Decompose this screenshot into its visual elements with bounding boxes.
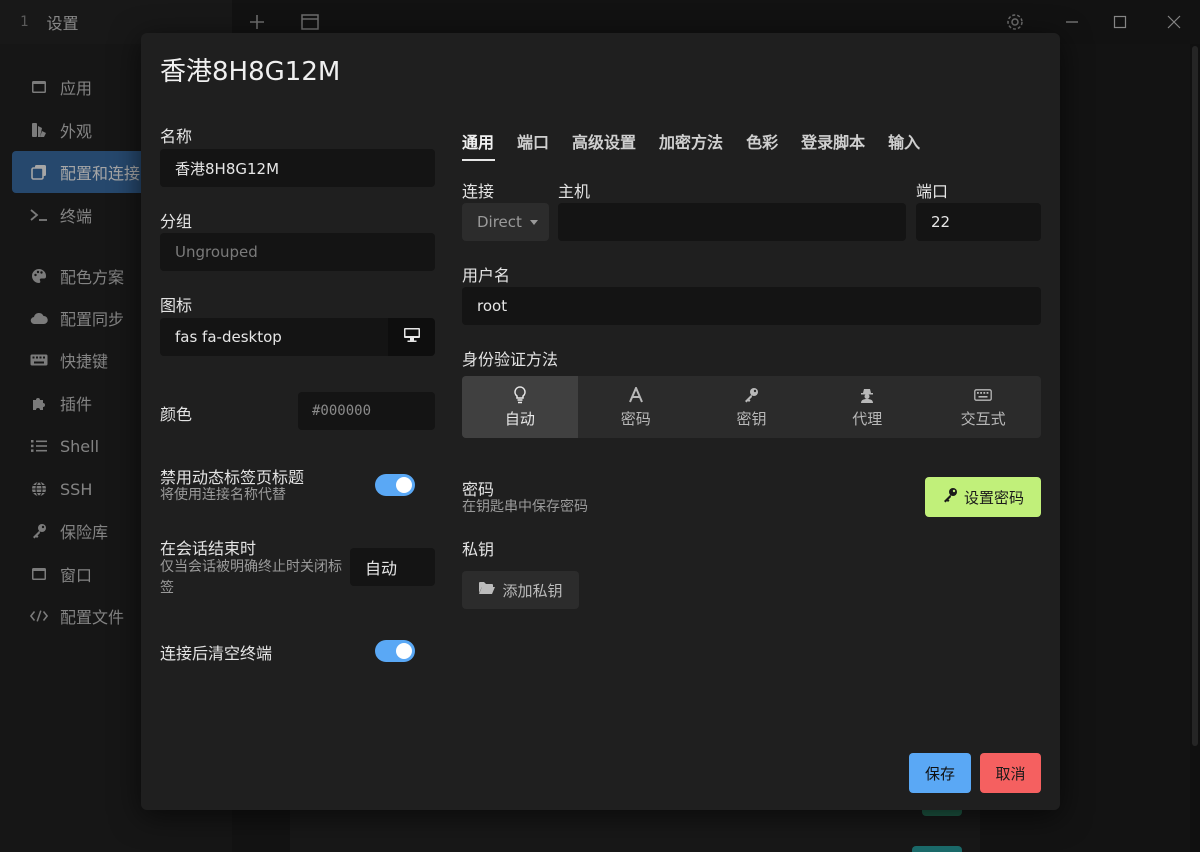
user-secret-icon <box>858 386 876 404</box>
connection-value: Direct <box>477 213 522 231</box>
font-a-icon <box>627 386 645 404</box>
desktop-icon <box>403 327 421 347</box>
group-input[interactable]: Ungrouped <box>160 233 435 271</box>
name-input[interactable]: 香港8H8G12M <box>160 149 435 187</box>
tab-input[interactable]: 输入 <box>888 129 943 161</box>
icon-label: 图标 <box>160 296 193 315</box>
color-input[interactable]: #000000 <box>298 392 435 430</box>
host-label: 主机 <box>558 182 591 201</box>
add-private-key-button[interactable]: 添加私钥 <box>462 571 579 609</box>
clear-terminal-toggle[interactable] <box>375 640 415 662</box>
folder-open-icon <box>478 581 496 599</box>
tab-ciphers[interactable]: 加密方法 <box>659 129 746 161</box>
auth-key-option[interactable]: 密钥 <box>694 376 810 438</box>
tab-login-scripts[interactable]: 登录脚本 <box>801 129 888 161</box>
name-label: 名称 <box>160 127 193 146</box>
auth-method-selector: 自动 密码 密钥 代理 交互式 <box>462 376 1041 438</box>
auth-interactive-option[interactable]: 交互式 <box>925 376 1041 438</box>
key-icon <box>742 386 760 404</box>
save-button[interactable]: 保存 <box>909 753 971 793</box>
on-session-end-description: 仅当会话被明确终止时关闭标签 <box>160 559 342 596</box>
disable-dynamic-title-description: 将使用连接名称代替 <box>160 487 286 503</box>
set-password-button[interactable]: 设置密码 <box>925 477 1041 517</box>
caret-down-icon <box>529 219 538 225</box>
profile-editor-dialog: 香港8H8G12M 名称 香港8H8G12M 分组 Ungrouped 图标 f… <box>141 33 1060 810</box>
private-key-label: 私钥 <box>462 540 495 559</box>
lightbulb-icon <box>511 385 529 404</box>
cancel-button[interactable]: 取消 <box>980 753 1041 793</box>
icon-picker-button[interactable] <box>388 318 435 356</box>
port-label: 端口 <box>916 182 949 201</box>
auth-password-option[interactable]: 密码 <box>578 376 694 438</box>
tab-advanced[interactable]: 高级设置 <box>572 129 659 161</box>
username-input[interactable]: root <box>462 287 1041 325</box>
connection-select[interactable]: Direct <box>462 203 549 241</box>
keyboard-icon <box>974 386 992 404</box>
tab-general[interactable]: 通用 <box>462 129 517 161</box>
icon-input[interactable]: fas fa-desktop <box>160 318 388 356</box>
tab-ports[interactable]: 端口 <box>517 129 572 161</box>
tab-colors[interactable]: 色彩 <box>746 129 801 161</box>
group-label: 分组 <box>160 212 193 231</box>
auth-auto-option[interactable]: 自动 <box>462 376 578 438</box>
disable-dynamic-title-toggle[interactable] <box>375 474 415 496</box>
username-label: 用户名 <box>462 266 511 285</box>
password-description: 在钥匙串中保存密码 <box>462 499 588 515</box>
on-session-end-label: 在会话结束时 <box>160 539 257 558</box>
auth-agent-option[interactable]: 代理 <box>809 376 925 438</box>
profile-tabs: 通用 端口 高级设置 加密方法 色彩 登录脚本 输入 <box>462 129 943 161</box>
on-session-end-select[interactable]: 自动 <box>350 548 435 586</box>
host-input[interactable] <box>558 203 906 241</box>
clear-terminal-label: 连接后清空终端 <box>160 644 273 663</box>
port-input[interactable]: 22 <box>916 203 1041 241</box>
key-icon <box>942 487 958 507</box>
auth-method-label: 身份验证方法 <box>462 350 559 369</box>
color-label: 颜色 <box>160 405 193 424</box>
connection-label: 连接 <box>462 182 495 201</box>
dialog-title: 香港8H8G12M <box>160 57 341 87</box>
